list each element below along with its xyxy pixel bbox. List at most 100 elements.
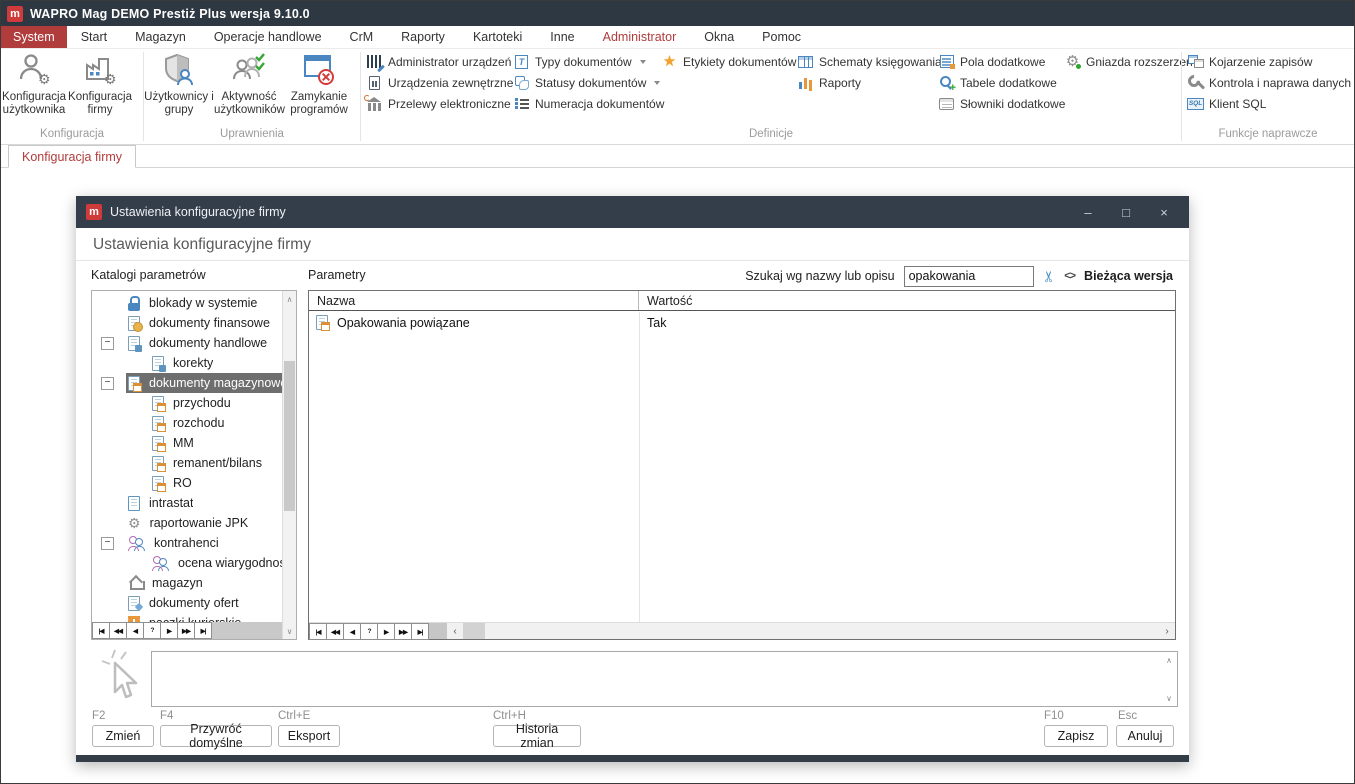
- scroll-left-icon[interactable]: ‹: [447, 623, 463, 639]
- menu-item-pomoc[interactable]: Pomoc: [748, 26, 815, 48]
- nav-help-button[interactable]: ?: [360, 623, 378, 640]
- kojarzenie-zapisow-button[interactable]: Kojarzenie zapisów: [1182, 51, 1354, 72]
- tree-item-przychodu[interactable]: przychodu: [92, 393, 282, 413]
- nav-prev-button[interactable]: ◀: [343, 623, 361, 640]
- scrollbar-thumb[interactable]: [284, 361, 295, 511]
- close-icon[interactable]: ×: [1149, 200, 1179, 224]
- tree-item-remanent-bilans[interactable]: remanent/bilans: [92, 453, 282, 473]
- eksport-button[interactable]: Eksport: [278, 725, 340, 747]
- warehouse-icon: [128, 576, 143, 590]
- tab-konfiguracja-firmy[interactable]: Konfiguracja firmy: [8, 145, 136, 168]
- nav-last-button[interactable]: ▶|: [194, 622, 212, 639]
- nav-next-page-button[interactable]: ▶▶: [177, 622, 195, 639]
- tree-item-korekty[interactable]: korekty: [92, 353, 282, 373]
- menu-item-system[interactable]: System: [1, 26, 67, 48]
- numeracja-dokumentow-button[interactable]: Numeracja dokumentów: [508, 93, 656, 114]
- klient-sql-button[interactable]: SQL Klient SQL: [1182, 93, 1354, 114]
- schematy-ksiegowania-button[interactable]: Schematy księgowania: [792, 51, 932, 72]
- code-icon[interactable]: <>: [1064, 270, 1075, 282]
- table-record-navigator: |◀ ◀◀ ◀ ? ▶ ▶▶ ▶| ‹ ›: [309, 622, 1175, 639]
- kontrola-naprawa-button[interactable]: Kontrola i naprawa danych: [1182, 72, 1354, 93]
- nav-prev-page-button[interactable]: ◀◀: [326, 623, 344, 640]
- scroll-down-icon[interactable]: ∨: [283, 624, 296, 638]
- tree-item-dokumenty-finansowe[interactable]: dokumenty finansowe: [92, 313, 282, 333]
- przywroc-domyslne-button[interactable]: Przywróć domyślne: [160, 725, 272, 747]
- aktywnosc-uzytkownikow-button[interactable]: Aktywność użytkowników: [214, 49, 284, 117]
- menu-item-magazyn[interactable]: Magazyn: [121, 26, 200, 48]
- raporty-button[interactable]: Raporty: [792, 72, 932, 93]
- nav-first-button[interactable]: |◀: [309, 623, 327, 640]
- tree-item-paczki-kurierskie[interactable]: paczki kurierskie: [92, 613, 282, 622]
- tree-item-mm[interactable]: MM: [92, 433, 282, 453]
- search-input[interactable]: [904, 266, 1034, 287]
- menu-item-start[interactable]: Start: [67, 26, 121, 48]
- sql-icon: SQL: [1187, 98, 1204, 110]
- tree-item-dokumenty-ofert[interactable]: dokumenty ofert: [92, 593, 282, 613]
- slowniki-dodatkowe-button[interactable]: Słowniki dodatkowe: [933, 93, 1059, 114]
- menu-item-inne[interactable]: Inne: [536, 26, 588, 48]
- tree-item-kontrahenci[interactable]: kontrahenci: [92, 533, 282, 553]
- tree-item-magazyn[interactable]: magazyn: [92, 573, 282, 593]
- tree-item-ro[interactable]: RO: [92, 473, 282, 493]
- tree-item-dokumenty-magazynowe[interactable]: dokumenty magazynowe: [92, 373, 282, 393]
- tree-item-blokady[interactable]: blokady w systemie: [92, 293, 282, 313]
- tree-vertical-scrollbar[interactable]: ∧ ∨: [282, 291, 296, 639]
- scissors-icon[interactable]: ✂: [1041, 270, 1056, 283]
- scroll-right-icon[interactable]: ›: [1159, 623, 1175, 639]
- konfiguracja-firmy-button[interactable]: ⚙ Konfiguracja firmy: [67, 49, 133, 117]
- zamykanie-programow-button[interactable]: Zamykanie programów: [284, 49, 354, 117]
- menu-item-operacje-handlowe[interactable]: Operacje handlowe: [200, 26, 336, 48]
- document-type-icon: T: [515, 55, 528, 69]
- nav-last-button[interactable]: ▶|: [411, 623, 429, 640]
- shortcut-f10: F10: [1044, 710, 1064, 722]
- tree-item-rozchodu[interactable]: rozchodu: [92, 413, 282, 433]
- maximize-icon[interactable]: □: [1111, 200, 1141, 224]
- pola-dodatkowe-button[interactable]: Pola dodatkowe: [933, 51, 1059, 72]
- nav-next-button[interactable]: ▶: [160, 622, 178, 639]
- scroll-down-icon[interactable]: ∨: [1163, 691, 1175, 705]
- gear-icon: [128, 516, 141, 531]
- scrollbar-track[interactable]: [485, 623, 1159, 639]
- gniazda-rozszerzen-button[interactable]: Gniazda rozszerzeń: [1059, 51, 1195, 72]
- tree-item-ocena-wiarygodnosci[interactable]: ocena wiarygodności: [92, 553, 282, 573]
- nav-help-button[interactable]: ?: [143, 622, 161, 639]
- etykiety-dokumentow-button[interactable]: Etykiety dokumentów: [656, 51, 792, 72]
- menu-item-okna[interactable]: Okna: [690, 26, 748, 48]
- menu-item-crm[interactable]: CrM: [336, 26, 388, 48]
- statusy-dokumentow-button[interactable]: Statusy dokumentów: [508, 72, 656, 93]
- anuluj-button[interactable]: Anuluj: [1116, 725, 1174, 747]
- nav-prev-page-button[interactable]: ◀◀: [109, 622, 127, 639]
- zapisz-button[interactable]: Zapisz: [1044, 725, 1108, 747]
- konfiguracja-uzytkownika-button[interactable]: ⚙ Konfiguracja użytkownika: [1, 49, 67, 117]
- scrollbar-thumb[interactable]: [463, 623, 485, 639]
- minimize-icon[interactable]: –: [1073, 200, 1103, 224]
- historia-zmian-button[interactable]: Historia zmian: [493, 725, 581, 747]
- tree-item-dokumenty-handlowe[interactable]: dokumenty handlowe: [92, 333, 282, 353]
- przelewy-elektroniczne-button[interactable]: Przelewy elektroniczne: [361, 93, 507, 114]
- zmien-button[interactable]: Zmień: [92, 725, 154, 747]
- scroll-up-icon[interactable]: ∧: [283, 292, 296, 306]
- menu-item-raporty[interactable]: Raporty: [387, 26, 459, 48]
- nav-next-button[interactable]: ▶: [377, 623, 395, 640]
- parameters-table: Nazwa Wartość Opakowania powiązane Tak: [308, 290, 1176, 640]
- menu-item-kartoteki[interactable]: Kartoteki: [459, 26, 536, 48]
- table-row[interactable]: Opakowania powiązane Tak: [309, 312, 1175, 333]
- dialog-titlebar[interactable]: m Ustawienia konfiguracyjne firmy – □ ×: [76, 196, 1189, 228]
- scroll-up-icon[interactable]: ∧: [1163, 653, 1175, 667]
- tabele-dodatkowe-button[interactable]: + Tabele dodatkowe: [933, 72, 1059, 93]
- uzytkownicy-i-grupy-button[interactable]: Użytkownicy i grupy: [144, 49, 214, 117]
- typy-dokumentow-button[interactable]: T Typy dokumentów: [508, 51, 656, 72]
- nav-first-button[interactable]: |◀: [92, 622, 110, 639]
- tree-item-raportowanie-jpk[interactable]: raportowanie JPK: [92, 513, 282, 533]
- contractors-icon: [128, 536, 145, 551]
- administrator-urzadzen-button[interactable]: Administrator urządzeń: [361, 51, 507, 72]
- tree-item-intrastat[interactable]: intrastat: [92, 493, 282, 513]
- collapse-icon[interactable]: [101, 537, 114, 550]
- collapse-icon[interactable]: [101, 377, 114, 390]
- collapse-icon[interactable]: [101, 337, 114, 350]
- nav-prev-button[interactable]: ◀: [126, 622, 144, 639]
- ribbon-group-definicje: Administrator urządzeń Urządzenia zewnęt…: [361, 49, 1181, 144]
- nav-next-page-button[interactable]: ▶▶: [394, 623, 412, 640]
- urzadzenia-zewnetrzne-button[interactable]: Urządzenia zewnętrzne: [361, 72, 507, 93]
- menu-item-administrator[interactable]: Administrator: [589, 26, 691, 48]
